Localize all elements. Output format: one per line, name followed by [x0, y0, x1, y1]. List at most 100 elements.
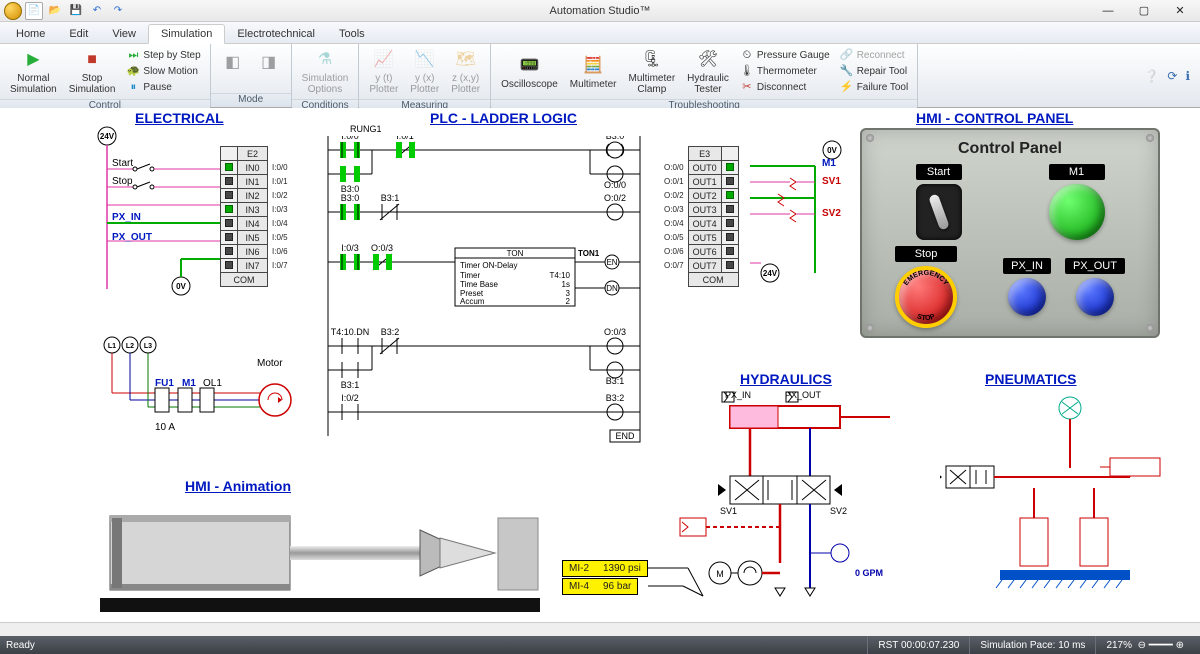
pressure-gauge-button[interactable]: ⏲Pressure Gauge [737, 48, 833, 64]
chart-icon: 🗺 [454, 48, 478, 72]
chart-icon: 📈 [372, 48, 396, 72]
step-by-step-button[interactable]: ⏭Step by Step [123, 48, 203, 64]
svg-text:Accum: Accum [460, 297, 485, 306]
failure-tool-button[interactable]: ⚡Failure Tool [837, 80, 912, 96]
ribbon-group-control: ▶Normal Simulation ■Stop Simulation ⏭Ste… [0, 44, 211, 107]
hmi-m1-lamp [1049, 184, 1105, 240]
hmi-emergency-stop-button[interactable]: EMERGENCY STOP [895, 266, 957, 328]
hmi-pxin-lamp [1008, 278, 1046, 316]
status-pace: Simulation Pace: 10 ms [969, 636, 1095, 654]
app-logo-icon[interactable] [4, 2, 22, 20]
svg-text:1s: 1s [562, 280, 570, 289]
clamp-button[interactable]: 🗜Multimeter Clamp [624, 46, 679, 97]
canvas[interactable]: ELECTRICAL PLC - LADDER LOGIC HMI - CONT… [0, 108, 1200, 636]
multimeter-button[interactable]: 🧮Multimeter [566, 52, 621, 92]
io-module-e3[interactable]: E3 O:0/0OUT0 O:0/1OUT1 O:0/2OUT2 O:0/3OU… [660, 146, 739, 287]
menu-tabs: Home Edit View Simulation Electrotechnic… [0, 22, 1200, 44]
chart-icon: 📉 [413, 48, 437, 72]
tab-view[interactable]: View [100, 25, 148, 43]
qat-save-icon[interactable]: 💾 [67, 2, 85, 20]
svg-text:24V: 24V [763, 269, 778, 278]
reconnect-button: 🔗Reconnect [837, 48, 912, 64]
tab-tools[interactable]: Tools [327, 25, 377, 43]
horizontal-scrollbar[interactable] [0, 622, 1200, 636]
readout-pressure-bar: MI-496 bar [562, 578, 638, 595]
svg-text:24V: 24V [100, 132, 115, 141]
section-hmi-animation: HMI - Animation [185, 478, 291, 494]
qat-undo-icon[interactable]: ↶ [88, 2, 106, 20]
label-px-out: PX_OUT [112, 232, 152, 243]
svg-text:O:0/3: O:0/3 [604, 327, 626, 337]
label-hyd-pxin: PX_IN [725, 390, 751, 400]
gauge-icon: 🛠 [696, 48, 720, 72]
oscilloscope-icon: 📟 [517, 54, 541, 78]
svg-text:L1: L1 [108, 343, 116, 350]
readout-leader-lines [648, 560, 708, 600]
label-rung1: RUNG1 [350, 124, 382, 134]
hmi-start-switch[interactable] [916, 184, 962, 240]
maximize-button[interactable]: ▢ [1128, 2, 1160, 20]
tab-simulation[interactable]: Simulation [148, 24, 225, 44]
thermometer-button[interactable]: 🌡Thermometer [737, 64, 833, 80]
hmi-title: Control Panel [872, 140, 1148, 158]
stop-simulation-button[interactable]: ■Stop Simulation [65, 46, 120, 97]
tab-edit[interactable]: Edit [57, 25, 100, 43]
flask-icon: ⚗ [313, 48, 337, 72]
svg-text:B3:2: B3:2 [606, 393, 625, 403]
label-hyd-pxout: PX_OUT [785, 390, 821, 400]
close-button[interactable]: ✕ [1164, 2, 1196, 20]
label-fu1: FU1 [155, 378, 174, 389]
minimize-button[interactable]: — [1092, 2, 1124, 20]
refresh-icon[interactable]: ⟳ [1167, 69, 1177, 83]
play-icon: ▶ [21, 48, 45, 72]
hmi-animation-piston [100, 498, 540, 618]
hmi-pxout-label: PX_OUT [1065, 258, 1125, 274]
qat-new-icon[interactable]: 📄 [25, 2, 43, 20]
svg-text:O:0/2: O:0/2 [604, 193, 626, 203]
clamp-icon: 🗜 [640, 48, 664, 72]
zoom-out-icon[interactable]: ⊖ [1138, 640, 1146, 651]
info-icon[interactable]: ℹ [1185, 69, 1190, 83]
oscilloscope-button[interactable]: 📟Oscilloscope [497, 52, 562, 92]
disconnect-icon: ✂ [740, 81, 754, 95]
step-icon: ⏭ [126, 49, 140, 63]
label-sv1-out: SV1 [822, 176, 841, 187]
svg-text:EMERGENCY: EMERGENCY [902, 269, 950, 287]
io-module-e2[interactable]: E2 IN0I:0/0 IN1I:0/1 IN2I:0/2 IN3I:0/3 I… [220, 146, 293, 287]
svg-text:0V: 0V [827, 146, 837, 155]
qat-open-icon[interactable]: 📂 [46, 2, 64, 20]
quick-access-toolbar: 📄 📂 💾 ↶ ↷ [4, 2, 127, 20]
svg-text:L2: L2 [126, 343, 134, 350]
tab-electrotechnical[interactable]: Electrotechnical [225, 25, 327, 43]
help-icon[interactable]: ❔ [1144, 69, 1159, 83]
status-ready: Ready [6, 640, 35, 651]
gauge-icon: ⏲ [740, 49, 754, 63]
tab-home[interactable]: Home [4, 25, 57, 43]
ribbon-group-conditions: ⚗Simulation Options Conditions [292, 44, 360, 107]
placeholder-icon: ◨ [257, 51, 281, 75]
zoom-in-icon[interactable]: ⊕ [1176, 640, 1184, 651]
svg-text:B3:0: B3:0 [606, 136, 625, 141]
yx-plotter-button: 📉y (x) Plotter [406, 46, 443, 97]
normal-simulation-button[interactable]: ▶Normal Simulation [6, 46, 61, 97]
slow-motion-button[interactable]: 🐢Slow Motion [123, 64, 203, 80]
svg-text:T4:10.DN: T4:10.DN [331, 327, 370, 337]
ribbon: ▶Normal Simulation ■Stop Simulation ⏭Ste… [0, 44, 1200, 108]
status-zoom[interactable]: 217% ⊖ ━━━━ ⊕ [1095, 636, 1194, 654]
hmi-control-panel[interactable]: Control Panel Start M1 Stop EMERGENCY ST… [860, 128, 1160, 338]
pause-button[interactable]: ⏸Pause [123, 80, 203, 96]
svg-text:EN: EN [606, 258, 617, 267]
section-pneumatics: PNEUMATICS [985, 371, 1077, 387]
qat-redo-icon[interactable]: ↷ [109, 2, 127, 20]
svg-text:I:0/3: I:0/3 [341, 243, 359, 253]
window-title: Automation Studio™ [550, 5, 651, 17]
hmi-m1-label: M1 [1049, 164, 1105, 180]
hydraulic-tester-button[interactable]: 🛠Hydraulic Tester [683, 46, 733, 97]
svg-text:STOP: STOP [916, 312, 936, 322]
svg-text:TON: TON [507, 249, 524, 258]
pneumatics-diagram [940, 388, 1170, 598]
disconnect-button[interactable]: ✂Disconnect [737, 80, 833, 96]
repair-tool-button[interactable]: 🔧Repair Tool [837, 64, 912, 80]
svg-text:I:0/0: I:0/0 [341, 136, 359, 141]
label-hyd-sv2: SV2 [830, 506, 847, 516]
